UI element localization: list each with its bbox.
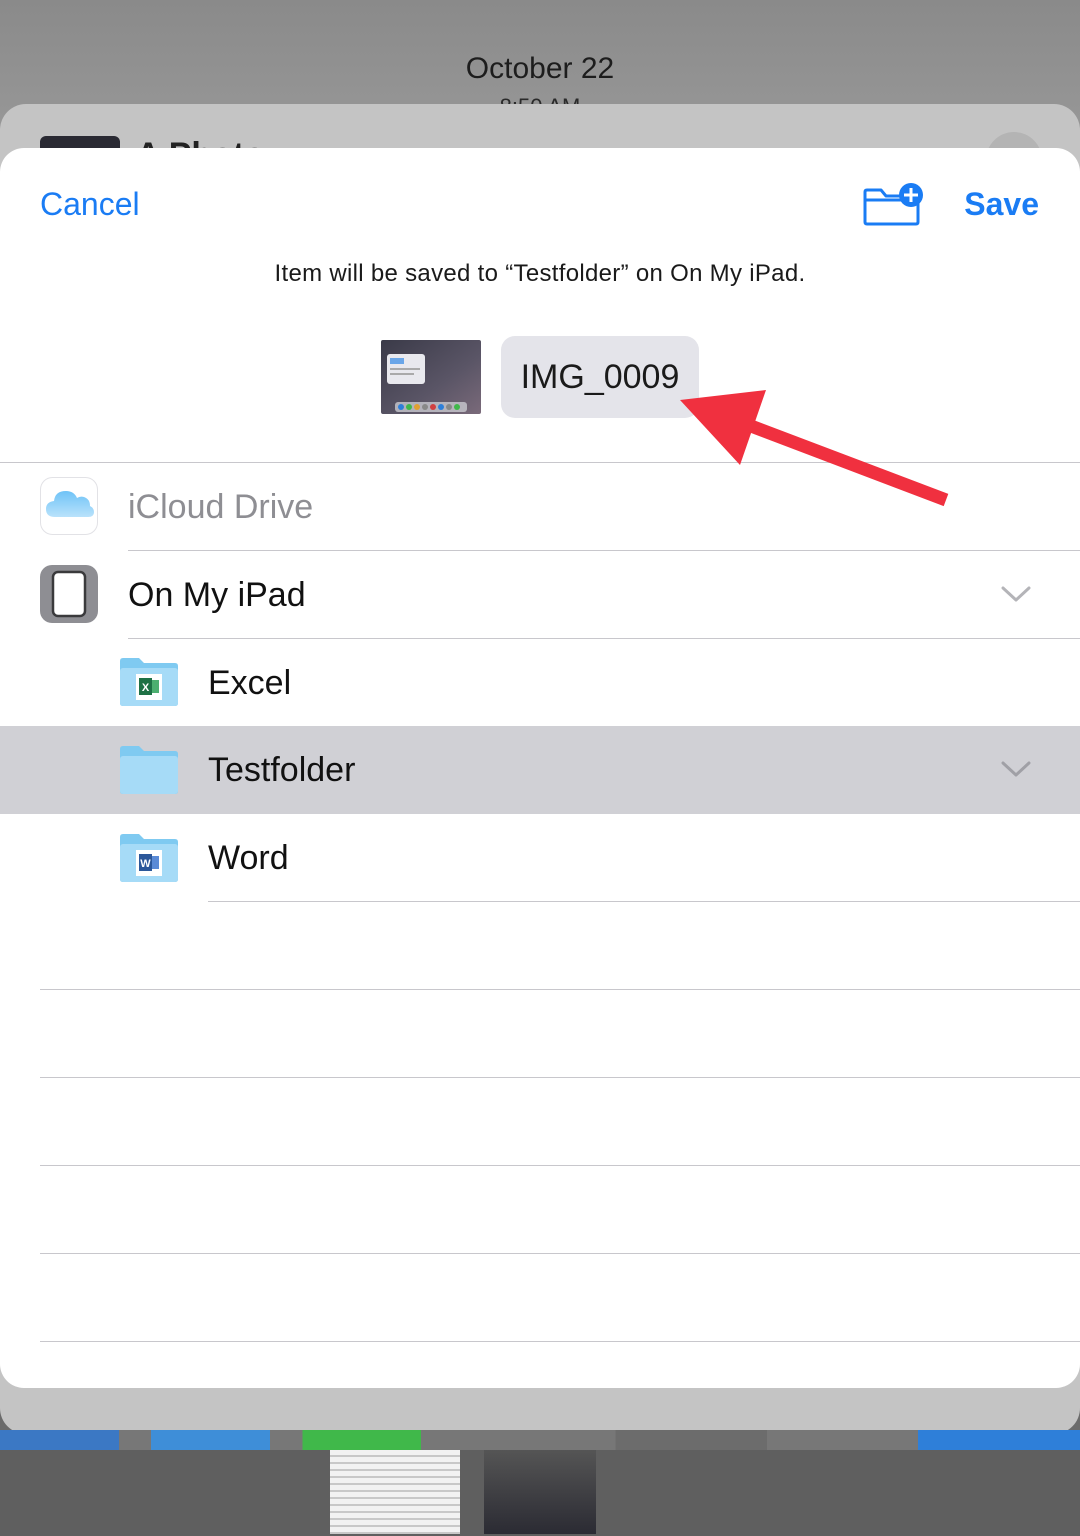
annotation-arrow-icon (680, 390, 949, 507)
folder-excel[interactable]: X Excel (0, 639, 1080, 727)
folder-label: Word (208, 839, 289, 877)
save-destination-text: Item will be saved to “Testfolder” on On… (274, 260, 806, 287)
word-folder-icon: W (119, 833, 179, 888)
empty-row-separator (40, 1341, 1080, 1342)
ipad-icon (40, 565, 98, 628)
new-folder-icon[interactable] (862, 182, 924, 226)
save-button[interactable]: Save (964, 186, 1039, 223)
app-switcher-card-home (484, 1450, 596, 1534)
app-switcher-card-document (330, 1450, 460, 1534)
location-label: iCloud Drive (128, 488, 314, 526)
folder-icon (119, 745, 179, 800)
background-dock (0, 1430, 1080, 1450)
folder-label: Excel (208, 664, 292, 702)
chevron-down-icon[interactable] (1000, 758, 1032, 780)
svg-text:X: X (142, 682, 150, 694)
file-thumbnail (381, 340, 481, 414)
cancel-button[interactable]: Cancel (40, 186, 140, 223)
location-on-my-ipad[interactable]: On My iPad (0, 551, 1080, 639)
background-date: October 22 (465, 52, 615, 85)
location-label: On My iPad (128, 576, 306, 614)
empty-row-separator (40, 989, 1080, 990)
folder-word[interactable]: W Word (0, 814, 1080, 902)
empty-row-separator (40, 1077, 1080, 1078)
icloud-icon (40, 477, 98, 540)
folder-label: Testfolder (208, 751, 356, 789)
save-dialog: Cancel Save Item will be saved to “Testf… (0, 148, 1080, 1388)
background-sheet-title: A Photo Selected (136, 136, 396, 148)
svg-text:W: W (140, 858, 151, 870)
row-separator (208, 901, 1080, 902)
folder-testfolder[interactable]: Testfolder (0, 726, 1080, 814)
empty-row-separator (40, 1165, 1080, 1166)
empty-row-separator (40, 1253, 1080, 1254)
chevron-down-icon[interactable] (1000, 583, 1032, 605)
excel-folder-icon: X (119, 657, 179, 712)
